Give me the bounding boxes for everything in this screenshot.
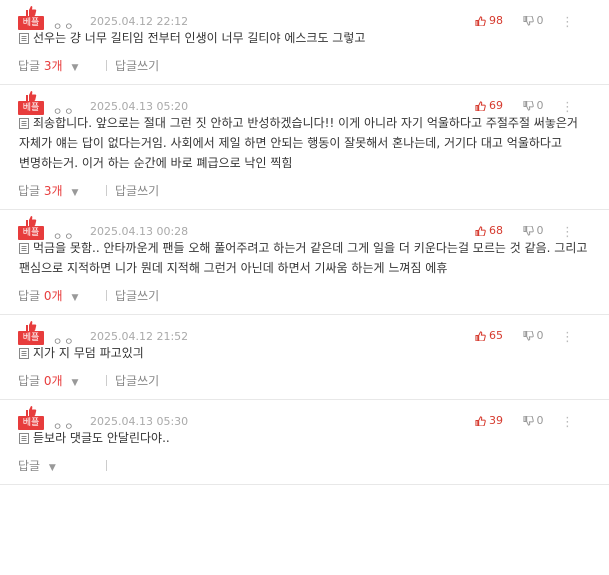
comment-header: 베플 ㅇㅇ 2025.04.12 22:12 98 0 ⋮ bbox=[18, 0, 591, 33]
document-icon bbox=[19, 33, 29, 44]
reply-toggle[interactable]: 답글 3개 ▼ bbox=[18, 57, 78, 74]
downvote-button[interactable]: 0 bbox=[522, 224, 544, 237]
thumbs-up-icon bbox=[475, 100, 486, 111]
thumbs-down-icon bbox=[522, 15, 534, 26]
divider bbox=[106, 375, 107, 386]
document-icon bbox=[19, 433, 29, 444]
reply-toggle[interactable]: 답글 0개 ▼ bbox=[18, 287, 78, 304]
comment-date: 2025.04.13 00:28 bbox=[90, 225, 189, 238]
upvote-count: 65 bbox=[489, 329, 503, 342]
write-reply-button[interactable]: 답글쓰기 bbox=[115, 182, 159, 199]
reply-toggle[interactable]: 답글 3개 ▼ bbox=[18, 182, 78, 199]
divider bbox=[106, 185, 107, 196]
comment-text: 듣보라 댓글도 안달린다야.. bbox=[33, 431, 170, 445]
comment-date: 2025.04.12 21:52 bbox=[90, 330, 189, 343]
thumbs-up-icon bbox=[26, 406, 37, 416]
upvote-count: 39 bbox=[489, 414, 503, 427]
reply-count: 3개 bbox=[43, 184, 63, 198]
write-reply-button[interactable]: 답글쓰기 bbox=[115, 287, 159, 304]
comment-text: 선우는 걍 너무 길티임 전부터 인생이 너무 길티야 에스크도 그렇고 bbox=[33, 31, 366, 45]
document-icon bbox=[19, 118, 29, 129]
comment-footer: 답글 ▼ bbox=[18, 448, 591, 484]
comment-date: 2025.04.12 22:12 bbox=[90, 15, 189, 28]
reply-label: 답글 bbox=[18, 184, 41, 198]
chevron-down-icon: ▼ bbox=[71, 188, 79, 198]
reply-label: 답글 bbox=[18, 289, 41, 303]
comment-item: 베플 ㅇㅇ 2025.04.12 22:12 98 0 ⋮ 선우는 걍 너무 길… bbox=[0, 0, 609, 85]
upvote-button[interactable]: 69 bbox=[475, 99, 503, 112]
comment-item: 베플 ㅇㅇ 2025.04.13 05:20 69 0 ⋮ 죄송합니다. 앞으로… bbox=[0, 85, 609, 210]
downvote-button[interactable]: 0 bbox=[522, 329, 544, 342]
comment-body: 선우는 걍 너무 길티임 전부터 인생이 너무 길티야 에스크도 그렇고 bbox=[18, 28, 591, 48]
comment-item: 베플 ㅇㅇ 2025.04.12 21:52 65 0 ⋮ 지가 지 무덤 파고… bbox=[0, 315, 609, 400]
reply-label: 답글 bbox=[18, 59, 41, 73]
downvote-button[interactable]: 0 bbox=[522, 414, 544, 427]
thumbs-up-icon bbox=[475, 15, 486, 26]
downvote-count: 0 bbox=[536, 224, 544, 237]
comment-footer: 답글 0개 ▼ 답글쓰기 bbox=[18, 363, 591, 399]
comment-list: 베플 ㅇㅇ 2025.04.12 22:12 98 0 ⋮ 선우는 걍 너무 길… bbox=[0, 0, 609, 485]
chevron-down-icon: ▼ bbox=[71, 63, 79, 73]
comment-text: 지가 지 무덤 파고있긔 bbox=[33, 346, 144, 360]
downvote-count: 0 bbox=[536, 99, 544, 112]
thumbs-down-icon bbox=[522, 330, 534, 341]
thumbs-down-icon bbox=[522, 415, 534, 426]
comment-item: 베플 ㅇㅇ 2025.04.13 05:30 39 0 ⋮ 듣보라 댓글도 안달… bbox=[0, 400, 609, 485]
downvote-count: 0 bbox=[536, 414, 544, 427]
upvote-button[interactable]: 68 bbox=[475, 224, 503, 237]
upvote-count: 69 bbox=[489, 99, 503, 112]
reply-toggle[interactable]: 답글 0개 ▼ bbox=[18, 372, 78, 389]
comment-body: 죄송합니다. 앞으로는 절대 그런 짓 안하고 반성하겠습니다!! 이게 아니라… bbox=[18, 113, 591, 173]
downvote-count: 0 bbox=[536, 14, 544, 27]
divider bbox=[106, 460, 107, 471]
reply-count: 0개 bbox=[43, 289, 63, 303]
downvote-count: 0 bbox=[536, 329, 544, 342]
comment-header: 베플 ㅇㅇ 2025.04.13 05:30 39 0 ⋮ bbox=[18, 400, 591, 433]
comment-footer: 답글 3개 ▼ 답글쓰기 bbox=[18, 173, 591, 209]
upvote-count: 98 bbox=[489, 14, 503, 27]
comment-body: 듣보라 댓글도 안달린다야.. bbox=[18, 428, 591, 448]
comment-body: 지가 지 무덤 파고있긔 bbox=[18, 343, 591, 363]
comment-text: 먹금을 못함.. 안타까운게 팬들 오해 풀어주려고 하는거 같은데 그게 일을… bbox=[19, 241, 588, 275]
chevron-down-icon: ▼ bbox=[71, 293, 79, 303]
chevron-down-icon: ▼ bbox=[48, 463, 56, 473]
comment-date: 2025.04.13 05:20 bbox=[90, 100, 189, 113]
chevron-down-icon: ▼ bbox=[71, 378, 79, 388]
upvote-count: 68 bbox=[489, 224, 503, 237]
document-icon bbox=[19, 348, 29, 359]
reply-count: 0개 bbox=[43, 374, 63, 388]
thumbs-up-icon bbox=[475, 415, 486, 426]
comment-item: 베플 ㅇㅇ 2025.04.13 00:28 68 0 ⋮ 먹금을 못함.. 안… bbox=[0, 210, 609, 315]
comment-footer: 답글 3개 ▼ 답글쓰기 bbox=[18, 48, 591, 84]
upvote-button[interactable]: 98 bbox=[475, 14, 503, 27]
thumbs-up-icon bbox=[26, 216, 37, 226]
thumbs-down-icon bbox=[522, 100, 534, 111]
comment-text: 죄송합니다. 앞으로는 절대 그런 짓 안하고 반성하겠습니다!! 이게 아니라… bbox=[19, 116, 578, 170]
upvote-button[interactable]: 39 bbox=[475, 414, 503, 427]
comment-header: 베플 ㅇㅇ 2025.04.12 21:52 65 0 ⋮ bbox=[18, 315, 591, 348]
comment-header: 베플 ㅇㅇ 2025.04.13 00:28 68 0 ⋮ bbox=[18, 210, 591, 243]
comment-date: 2025.04.13 05:30 bbox=[90, 415, 189, 428]
comment-body: 먹금을 못함.. 안타까운게 팬들 오해 풀어주려고 하는거 같은데 그게 일을… bbox=[18, 238, 591, 278]
upvote-button[interactable]: 65 bbox=[475, 329, 503, 342]
reply-label: 답글 bbox=[18, 374, 41, 388]
reply-label: 답글 bbox=[18, 459, 41, 473]
comment-header: 베플 ㅇㅇ 2025.04.13 05:20 69 0 ⋮ bbox=[18, 85, 591, 118]
thumbs-up-icon bbox=[26, 6, 37, 16]
comment-footer: 답글 0개 ▼ 답글쓰기 bbox=[18, 278, 591, 314]
thumbs-down-icon bbox=[522, 225, 534, 236]
write-reply-button[interactable]: 답글쓰기 bbox=[115, 57, 159, 74]
thumbs-up-icon bbox=[26, 91, 37, 101]
downvote-button[interactable]: 0 bbox=[522, 99, 544, 112]
thumbs-up-icon bbox=[475, 330, 486, 341]
divider bbox=[106, 290, 107, 301]
divider bbox=[106, 60, 107, 71]
reply-toggle[interactable]: 답글 ▼ bbox=[18, 457, 56, 474]
thumbs-up-icon bbox=[475, 225, 486, 236]
write-reply-button[interactable]: 답글쓰기 bbox=[115, 372, 159, 389]
reply-count: 3개 bbox=[43, 59, 63, 73]
document-icon bbox=[19, 243, 29, 254]
thumbs-up-icon bbox=[26, 321, 37, 331]
downvote-button[interactable]: 0 bbox=[522, 14, 544, 27]
